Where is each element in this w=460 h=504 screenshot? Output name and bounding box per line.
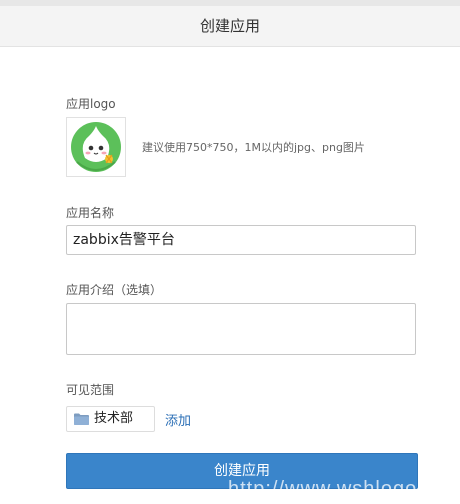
name-label: 应用名称 (66, 206, 115, 220)
app-name-value: zabbix告警平台 (73, 232, 175, 248)
app-name-input[interactable]: zabbix告警平台 (66, 225, 416, 255)
app-logo-mascot-icon (71, 122, 121, 172)
logo-label: 应用logo (66, 97, 116, 111)
folder-icon (74, 413, 89, 425)
app-intro-textarea[interactable] (66, 303, 416, 355)
department-tag[interactable]: 技术部 (66, 406, 155, 432)
add-scope-link[interactable]: 添加 (165, 410, 191, 429)
logo-upload[interactable] (66, 117, 126, 177)
watermark-text: http://www.wshlogo (228, 478, 418, 500)
page-header: 创建应用 (0, 6, 460, 47)
department-name: 技术部 (94, 411, 134, 426)
logo-hint: 建议使用750*750，1M以内的jpg、png图片 (142, 141, 365, 154)
visibility-label: 可见范围 (66, 383, 115, 397)
create-app-page: 创建应用 应用logo 建议使用750*750，1M以内的jpg、png图片 应… (0, 0, 460, 504)
intro-label: 应用介绍（选填） (66, 283, 163, 297)
page-title: 创建应用 (199, 17, 260, 35)
